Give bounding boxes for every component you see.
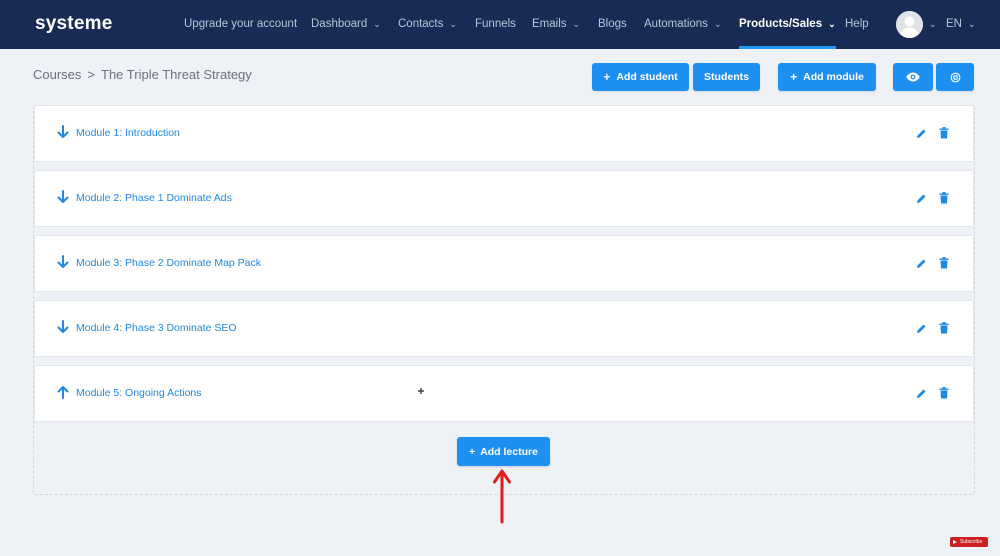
language-selector[interactable]: EN ⌄: [946, 0, 976, 49]
add-module-button[interactable]: + Add module: [778, 63, 876, 91]
trash-icon[interactable]: [939, 192, 949, 204]
pencil-icon[interactable]: [916, 258, 927, 269]
add-lecture-label: Add lecture: [480, 445, 538, 458]
module-title[interactable]: Module 1: Introduction: [76, 127, 180, 139]
nav-upgrade[interactable]: Upgrade your account: [184, 0, 297, 49]
nav-blogs[interactable]: Blogs: [598, 0, 627, 49]
chevron-down-icon[interactable]: ⌄: [929, 0, 937, 49]
nav-products-sales-label: Products/Sales: [739, 18, 823, 30]
arrow-down-icon[interactable]: [57, 190, 69, 204]
nav-automations-label: Automations: [644, 18, 708, 30]
nav-help-label: Help: [845, 18, 869, 30]
language-label: EN: [946, 18, 962, 30]
nav-help[interactable]: Help: [845, 0, 869, 49]
eye-icon: [906, 72, 920, 82]
chevron-down-icon: ⌄: [713, 19, 722, 29]
chevron-down-icon: ⌄: [967, 19, 976, 29]
module-title[interactable]: Module 3: Phase 2 Dominate Map Pack: [76, 257, 261, 269]
subscribe-label: Subscribe: [960, 539, 983, 545]
nav-contacts[interactable]: Contacts ⌄: [398, 0, 457, 49]
move-cursor-icon: [418, 388, 424, 394]
user-icon: [896, 11, 923, 38]
arrow-up-icon[interactable]: [57, 385, 69, 399]
nav-emails[interactable]: Emails ⌄: [532, 0, 580, 49]
nav-dashboard-label: Dashboard: [311, 18, 368, 30]
preview-button[interactable]: [893, 63, 933, 91]
plus-icon: +: [790, 70, 798, 84]
logo[interactable]: systeme: [35, 13, 112, 35]
arrow-down-icon[interactable]: [57, 125, 69, 139]
nav-automations[interactable]: Automations ⌄: [644, 0, 721, 49]
settings-button[interactable]: [936, 63, 974, 91]
pencil-icon[interactable]: [916, 128, 927, 139]
module-row[interactable]: Module 2: Phase 1 Dominate Ads: [34, 170, 974, 227]
nav-blogs-label: Blogs: [598, 18, 627, 30]
pencil-icon[interactable]: [916, 323, 927, 334]
module-title[interactable]: Module 4: Phase 3 Dominate SEO: [76, 322, 237, 334]
module-row[interactable]: Module 3: Phase 2 Dominate Map Pack: [34, 235, 974, 292]
nav-products-sales[interactable]: Products/Sales ⌄: [739, 0, 836, 49]
trash-icon[interactable]: [939, 387, 949, 399]
gear-icon: [950, 72, 960, 82]
pencil-icon[interactable]: [916, 193, 927, 204]
module-title[interactable]: Module 5: Ongoing Actions: [76, 387, 202, 399]
arrow-down-icon[interactable]: [57, 255, 69, 269]
module-title[interactable]: Module 2: Phase 1 Dominate Ads: [76, 192, 232, 204]
plus-icon: +: [469, 445, 476, 458]
module-row[interactable]: Module 5: Ongoing Actions: [34, 365, 974, 422]
add-module-label: Add module: [803, 71, 864, 83]
chevron-down-icon: ⌄: [828, 19, 836, 29]
nav-dashboard[interactable]: Dashboard ⌄: [311, 0, 381, 49]
breadcrumb-courses-link[interactable]: Courses: [33, 67, 81, 82]
students-label: Students: [704, 71, 749, 83]
module-row[interactable]: Module 1: Introduction: [34, 105, 974, 162]
nav-emails-label: Emails: [532, 18, 567, 30]
chevron-down-icon: ⌄: [373, 19, 381, 29]
subscribe-badge[interactable]: Subscribe: [950, 537, 988, 547]
breadcrumb-current: The Triple Threat Strategy: [101, 67, 252, 82]
pencil-icon[interactable]: [916, 388, 927, 399]
trash-icon[interactable]: [939, 322, 949, 334]
nav-funnels-label: Funnels: [475, 18, 516, 30]
add-lecture-button[interactable]: + Add lecture: [457, 437, 550, 466]
trash-icon[interactable]: [939, 127, 949, 139]
avatar[interactable]: [896, 11, 923, 38]
trash-icon[interactable]: [939, 257, 949, 269]
plus-icon: +: [603, 70, 611, 84]
breadcrumb-separator: >: [87, 67, 96, 82]
nav-funnels[interactable]: Funnels: [475, 0, 516, 49]
module-row[interactable]: Module 4: Phase 3 Dominate SEO: [34, 300, 974, 357]
students-button[interactable]: Students: [693, 63, 760, 91]
top-navigation-bar: systeme Upgrade your account Dashboard ⌄ …: [0, 0, 1000, 49]
arrow-down-icon[interactable]: [57, 320, 69, 334]
nav-contacts-label: Contacts: [398, 18, 444, 30]
add-student-button[interactable]: + Add student: [592, 63, 689, 91]
breadcrumb: Courses > The Triple Threat Strategy: [33, 67, 252, 82]
annotation-arrow-icon: [493, 469, 511, 524]
add-student-label: Add student: [616, 71, 678, 83]
chevron-down-icon: ⌄: [572, 19, 581, 29]
chevron-down-icon: ⌄: [449, 19, 457, 29]
nav-upgrade-label: Upgrade your account: [184, 18, 298, 30]
